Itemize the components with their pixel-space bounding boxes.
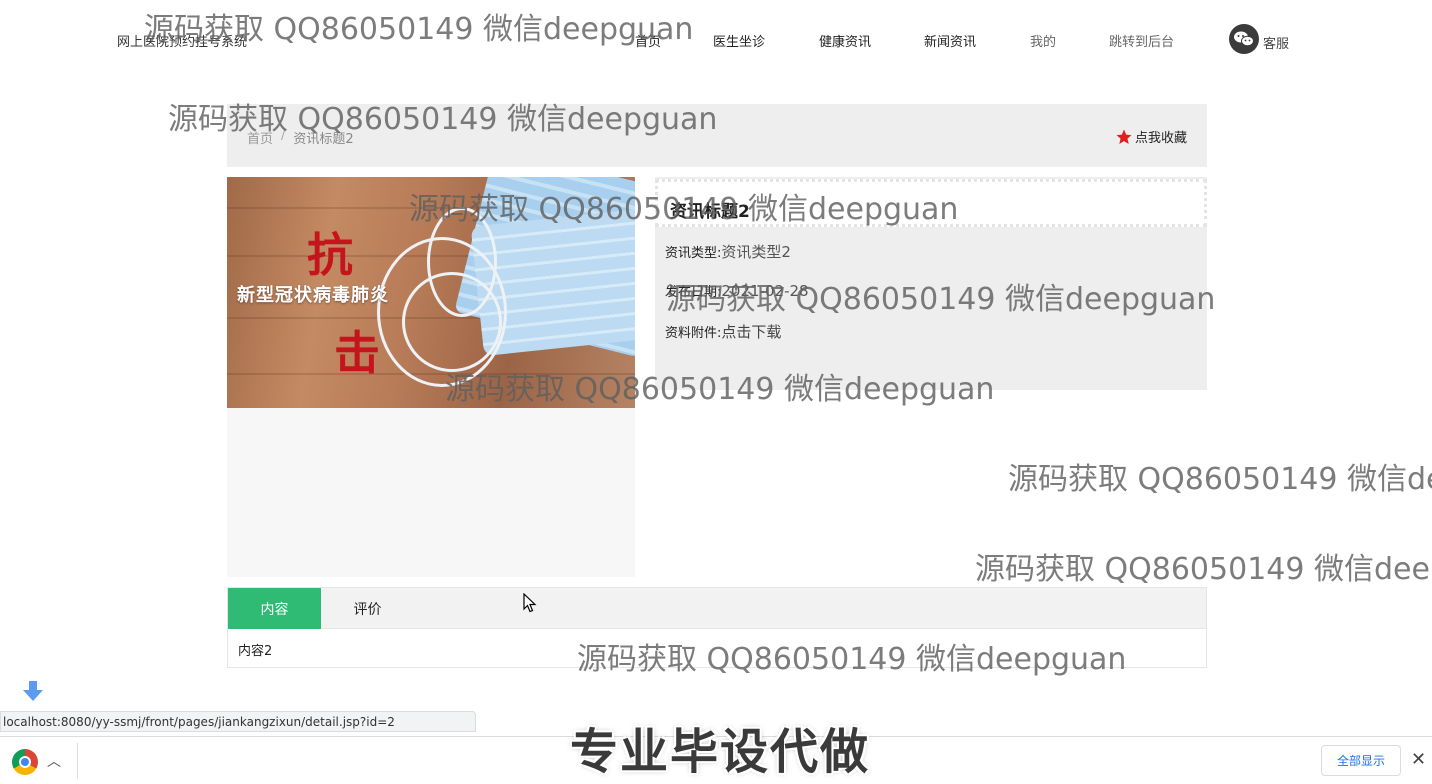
- favorite-button[interactable]: 点我收藏: [1115, 127, 1187, 146]
- service-label: 客服: [1263, 36, 1290, 52]
- attachment-label: 资料附件:: [665, 326, 722, 341]
- detail-date-row: 发布日期:2021-02-28: [665, 281, 809, 300]
- nav-admin-jump[interactable]: 跳转到后台: [1109, 31, 1174, 50]
- breadcrumb-current: 资讯标题2: [293, 132, 354, 147]
- tab-bar: 内容 评价: [228, 588, 1206, 629]
- customer-service[interactable]: 客服: [1229, 24, 1289, 54]
- chevron-up-icon[interactable]: ︿: [47, 751, 61, 771]
- type-value: 资讯类型2: [721, 243, 791, 261]
- favorite-label: 点我收藏: [1134, 131, 1187, 146]
- promo-overlay-text: 专业毕设代做: [570, 724, 871, 780]
- date-label: 发布日期:: [665, 285, 722, 300]
- breadcrumb: 首页 / 资讯标题2: [247, 128, 354, 147]
- breadcrumb-separator: /: [281, 128, 286, 143]
- site-title[interactable]: 网上医院预约挂号系统: [117, 31, 247, 50]
- date-value: 2021-02-28: [721, 282, 809, 300]
- image-panel: 抗 击 新型冠状病毒肺炎: [227, 177, 635, 577]
- detail-type-row: 资讯类型:资讯类型2: [665, 241, 791, 262]
- tab-review[interactable]: 评价: [321, 588, 414, 629]
- breadcrumb-home[interactable]: 首页: [247, 128, 273, 147]
- breadcrumb-bar: 首页 / 资讯标题2 点我收藏: [227, 104, 1207, 167]
- content-tabs: 内容 评价 内容2: [227, 587, 1207, 668]
- wechat-icon: [1229, 24, 1259, 54]
- nav-mine[interactable]: 我的: [1030, 31, 1056, 50]
- detail-title: 资讯标题2: [670, 202, 750, 222]
- star-icon: [1116, 129, 1132, 144]
- download-link[interactable]: 点击下载: [721, 323, 781, 341]
- show-all-button[interactable]: 全部显示: [1321, 745, 1401, 776]
- tab-content[interactable]: 内容: [228, 588, 321, 629]
- mouse-cursor-icon: [523, 593, 537, 613]
- type-label: 资讯类型:: [665, 246, 722, 261]
- detail-attachment-row: 资料附件:点击下载: [665, 321, 781, 342]
- detail-title-box: 资讯标题2: [655, 179, 1207, 227]
- shelf-divider: [77, 743, 78, 779]
- page: 网上医院预约挂号系统 首页 医生坐诊 健康资讯 新闻资讯 我的 跳转到后台 客服…: [0, 0, 1432, 784]
- nav-health-news[interactable]: 健康资讯: [819, 31, 871, 50]
- image-char-1: 抗: [307, 228, 353, 282]
- chrome-icon[interactable]: [12, 749, 38, 775]
- close-icon[interactable]: ✕: [1411, 749, 1426, 770]
- watermark-text: 源码获取 QQ86050149 微信deepguan: [975, 552, 1432, 587]
- nav-doctor-clinic[interactable]: 医生坐诊: [713, 31, 765, 50]
- status-url-bar: localhost:8080/yy-ssmj/front/pages/jiank…: [0, 711, 476, 732]
- tab-content-body: 内容2: [238, 644, 273, 659]
- nav-home[interactable]: 首页: [635, 31, 661, 50]
- image-banner-text: 新型冠状病毒肺炎: [237, 285, 389, 306]
- news-image: 抗 击 新型冠状病毒肺炎: [227, 177, 635, 408]
- nav-news[interactable]: 新闻资讯: [924, 31, 976, 50]
- image-char-2: 击: [334, 326, 380, 380]
- detail-panel: 资讯标题2 资讯类型:资讯类型2 发布日期:2021-02-28 资料附件:点击…: [655, 177, 1207, 390]
- watermark-text: 源码获取 QQ86050149 微信deepguan: [1008, 462, 1432, 497]
